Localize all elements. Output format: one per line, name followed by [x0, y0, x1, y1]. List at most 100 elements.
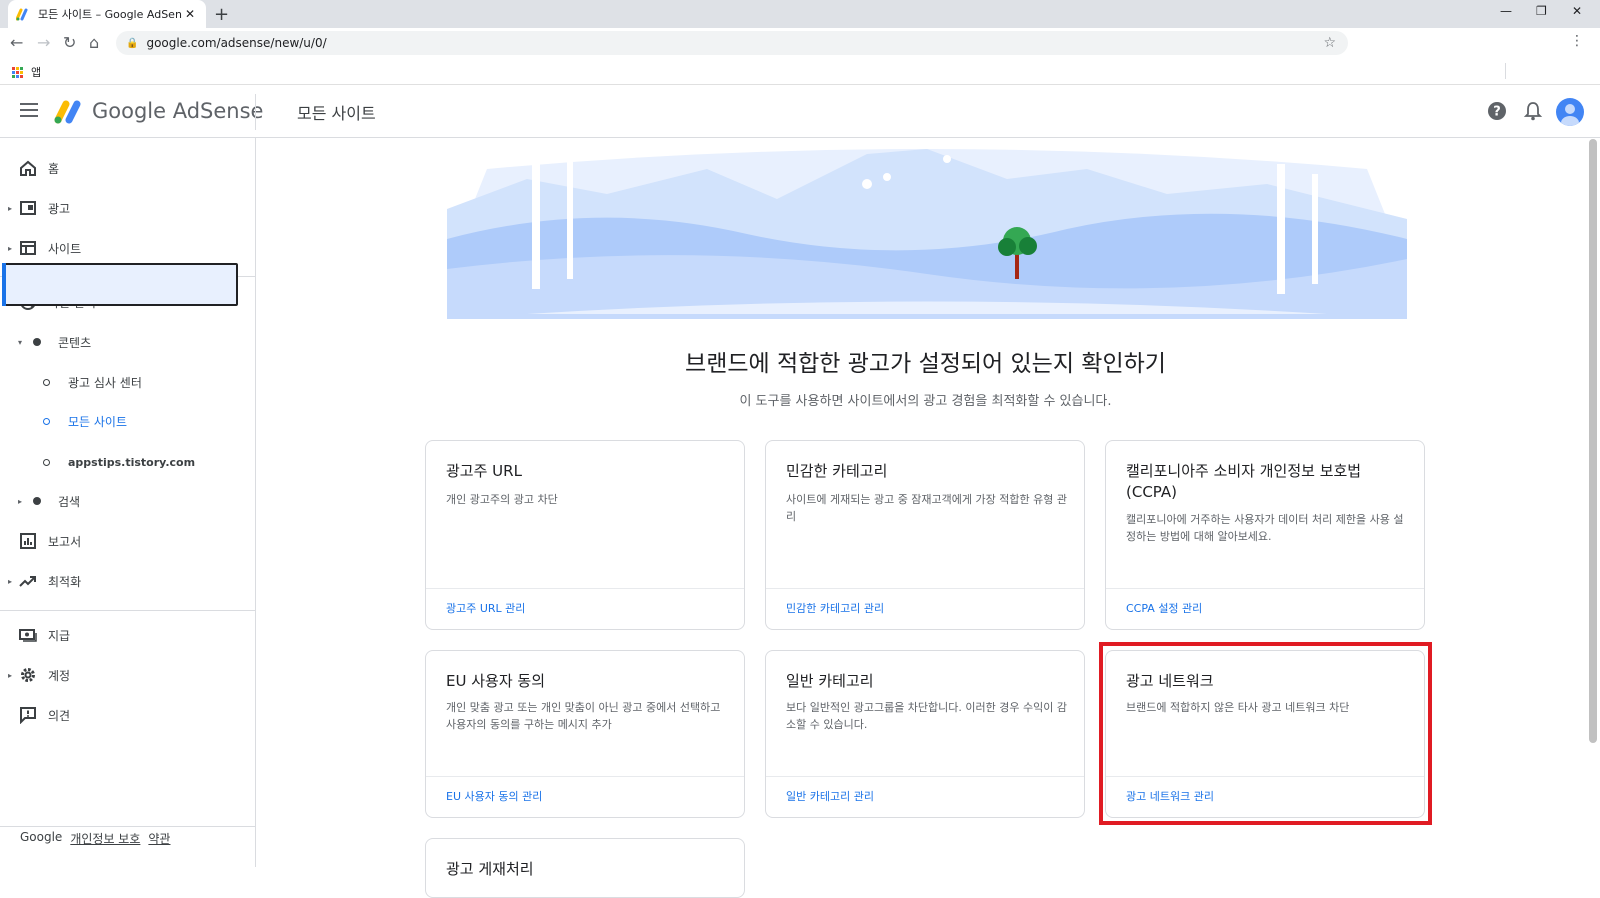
sidebar-item-optimization[interactable]: ▸ 최적화 — [0, 563, 256, 599]
browser-tab-bar: 모든 사이트 – Google AdSense ✕ + — ❐ ✕ — [0, 0, 1600, 28]
card-divider — [426, 588, 744, 589]
sidebar-item-account[interactable]: ▸ 계정 — [0, 657, 256, 693]
sidebar-footer-divider — [0, 826, 256, 827]
browser-tab-title: 모든 사이트 – Google AdSense — [38, 8, 182, 21]
sidebar-item-label: 보고서 — [48, 534, 82, 549]
sensitive-categories-manage-link[interactable]: 민감한 카테고리 관리 — [786, 600, 884, 616]
card-title: 광고주 URL — [446, 462, 522, 480]
card-description: 개인 광고주의 광고 차단 — [446, 493, 558, 506]
minimize-icon[interactable]: — — [1500, 4, 1512, 18]
browser-menu-icon[interactable]: ⋮ — [1570, 33, 1584, 49]
sidebar-item-home[interactable]: 홈 — [0, 150, 256, 186]
sidebar-item-label: 콘텐츠 — [58, 335, 92, 350]
sidebar-item-label: 계정 — [48, 668, 71, 683]
card-title: 광고 게재처리 — [446, 860, 534, 878]
expand-caret-icon: ▸ — [8, 243, 13, 253]
expand-caret-icon: ▸ — [8, 670, 13, 680]
card-description: 사이트에 게재되는 광고 중 잠재고객에게 가장 적합한 유형 관리 — [786, 493, 1067, 523]
sidebar-divider — [0, 610, 256, 611]
advertiser-url-manage-link[interactable]: 광고주 URL 관리 — [446, 600, 525, 616]
highlight-box — [1099, 642, 1432, 825]
sidebar-item-label: 최적화 — [48, 574, 82, 589]
sidebar-item-all-sites[interactable]: 모든 사이트 — [0, 403, 256, 439]
main-title: 브랜드에 적합한 광고가 설정되어 있는지 확인하기 — [685, 351, 1166, 377]
ccpa-manage-link[interactable]: CCPA 설정 관리 — [1126, 600, 1202, 616]
general-categories-manage-link[interactable]: 일반 카테고리 관리 — [786, 788, 874, 804]
card-divider — [766, 588, 1084, 589]
reload-icon[interactable]: ↻ — [63, 33, 76, 52]
bullet-ring-icon — [43, 378, 50, 386]
page-title: 모든 사이트 — [297, 104, 376, 123]
payments-icon — [19, 629, 37, 642]
landscape-illustration — [447, 139, 1407, 319]
feedback-icon — [20, 707, 36, 724]
sidebar-item-label: 광고 심사 센터 — [68, 375, 142, 390]
sidebar-item-site-domain[interactable]: appstips.tistory.com — [0, 444, 256, 480]
card-divider — [1106, 588, 1424, 589]
main-subtitle: 이 도구를 사용하면 사이트에서의 광고 경험을 최적화할 수 있습니다. — [739, 394, 1112, 409]
sidebar-item-payments[interactable]: 지급 — [0, 617, 256, 653]
ads-icon — [20, 201, 36, 215]
card-ccpa: 캘리포니아주 소비자 개인정보 보호법 (CCPA) 캘리포니아에 거주하는 사… — [1105, 440, 1425, 630]
bullet-dot-icon — [33, 338, 41, 346]
adsense-favicon-icon — [15, 7, 30, 21]
sidebar-item-feedback[interactable]: 의견 — [0, 697, 256, 733]
help-icon[interactable]: ? — [1487, 101, 1507, 121]
expand-caret-icon: ▸ — [18, 496, 23, 506]
home-icon — [20, 160, 36, 176]
forward-icon[interactable]: → — [37, 33, 50, 52]
sidebar-item-content[interactable]: ▾ 콘텐츠 — [0, 324, 256, 360]
eu-consent-manage-link[interactable]: EU 사용자 동의 관리 — [446, 788, 542, 804]
sidebar-item-review-center[interactable]: 광고 심사 센터 — [0, 364, 256, 400]
account-avatar[interactable] — [1556, 98, 1584, 126]
collapse-caret-icon: ▾ — [18, 337, 23, 347]
page-scrollbar[interactable] — [1589, 139, 1597, 743]
apps-label: 앱 — [31, 66, 42, 79]
trending-up-icon — [19, 576, 36, 587]
new-tab-icon[interactable]: + — [214, 4, 229, 25]
menu-icon[interactable] — [20, 103, 38, 117]
card-advertiser-url: 광고주 URL 개인 광고주의 광고 차단 광고주 URL 관리 — [425, 440, 745, 630]
notifications-bell-icon[interactable] — [1523, 101, 1543, 121]
sidebar-item-label: 광고 — [48, 201, 71, 216]
bullet-ring-icon — [43, 458, 50, 466]
apps-grid-icon — [12, 66, 23, 78]
close-tab-icon[interactable]: ✕ — [182, 7, 198, 21]
card-general-categories: 일반 카테고리 보다 일반적인 광고그룹을 차단합니다. 이러한 경우 수익이 … — [765, 650, 1085, 818]
close-window-icon[interactable]: ✕ — [1572, 4, 1582, 18]
apps-shortcut[interactable]: 앱 — [12, 64, 41, 80]
sidebar-item-label: 의견 — [48, 708, 71, 723]
address-bar[interactable]: 🔒 google.com/adsense/new/u/0/ ☆ — [116, 31, 1348, 55]
card-description: 캘리포니아에 거주하는 사용자가 데이터 처리 제한을 사용 설정하는 방법에 … — [1126, 513, 1404, 543]
restore-icon[interactable]: ❐ — [1536, 4, 1547, 18]
gear-icon — [21, 668, 35, 682]
sidebar-item-search[interactable]: ▸ 검색 — [0, 483, 256, 519]
card-description: 개인 맞춤 광고 또는 개인 맞춤이 아닌 광고 중에서 선택하고 사용자의 동… — [446, 701, 721, 731]
sidebar-item-reports[interactable]: 보고서 — [0, 523, 256, 559]
card-title: EU 사용자 동의 — [446, 672, 545, 690]
sidebar-item-label: 지급 — [48, 628, 71, 643]
sidebar-item-sites[interactable]: ▸ 사이트 — [0, 230, 256, 266]
lock-icon: 🔒 — [126, 37, 139, 49]
selected-indicator — [2, 263, 6, 306]
privacy-link[interactable]: 개인정보 보호 — [70, 830, 140, 847]
sidebar-footer: Google 개인정보 보호 약관 — [20, 830, 170, 847]
browser-toolbar: ← → ↻ ⌂ 🔒 google.com/adsense/new/u/0/ ☆ — [0, 28, 1600, 59]
bookmark-star-icon[interactable]: ☆ — [1323, 35, 1336, 51]
sidebar-item-ads[interactable]: ▸ 광고 — [0, 190, 256, 226]
card-divider — [426, 776, 744, 777]
header-divider — [255, 94, 256, 130]
bullet-dot-icon — [33, 497, 41, 505]
card-description: 보다 일반적인 광고그룹을 차단합니다. 이러한 경우 수익이 감소할 수 있습… — [786, 701, 1067, 731]
svg-text:?: ? — [1493, 105, 1501, 120]
brand-name: Google AdSense — [92, 99, 264, 123]
browser-tab[interactable]: 모든 사이트 – Google AdSense ✕ — [8, 0, 206, 28]
url-text: google.com/adsense/new/u/0/ — [146, 36, 327, 50]
card-divider — [766, 776, 1084, 777]
back-icon[interactable]: ← — [10, 33, 23, 52]
sidebar-item-label: 홈 — [48, 161, 60, 176]
app-header: Google AdSense 모든 사이트 ? — [0, 86, 1600, 138]
card-title: 캘리포니아주 소비자 개인정보 보호법 (CCPA) — [1126, 462, 1362, 501]
terms-link[interactable]: 약관 — [148, 830, 170, 847]
home-browser-icon[interactable]: ⌂ — [89, 33, 99, 52]
